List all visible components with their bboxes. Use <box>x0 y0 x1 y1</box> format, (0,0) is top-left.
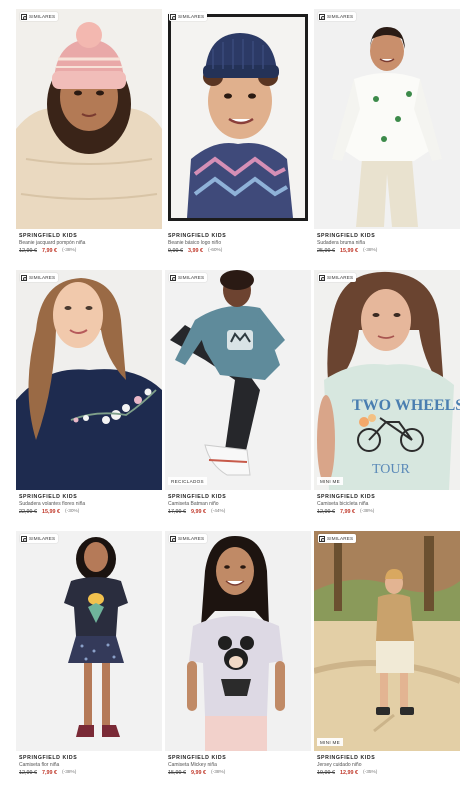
similar-products-button[interactable]: SIMILARES <box>20 534 59 543</box>
discount-badge: (-35%) <box>363 769 378 775</box>
similar-label: SIMILARES <box>178 536 205 541</box>
product-brand: SPRINGFIELD KIDS <box>168 233 227 239</box>
price-row: 22,99 € 15,99 € (-30%) <box>19 508 159 516</box>
price-row: 9,99 € 3,99 € (-60%) <box>168 247 308 255</box>
product-brand: SPRINGFIELD KIDS <box>19 755 78 761</box>
similar-search-icon <box>319 535 325 542</box>
similar-search-icon <box>21 535 27 542</box>
similar-search-icon <box>21 13 27 20</box>
similar-search-icon <box>21 274 27 281</box>
product-tag: MINI ME <box>317 738 343 746</box>
product-info: SPRINGFIELD KIDS Jersey cuidado niño 19,… <box>317 755 457 777</box>
original-price: 12,99 € <box>317 508 335 515</box>
product-info: SPRINGFIELD KIDS Sudadera volantes flore… <box>19 494 159 516</box>
similar-search-icon <box>319 274 325 281</box>
similar-label: SIMILARES <box>178 275 205 280</box>
product-brand: SPRINGFIELD KIDS <box>168 755 227 761</box>
sale-price: 7,99 € <box>42 769 57 776</box>
original-price: 12,99 € <box>19 247 37 254</box>
product-image[interactable]: SIMILARES <box>314 9 460 229</box>
similar-label: SIMILARES <box>178 14 205 19</box>
product-info: SPRINGFIELD KIDS Beanie básico logo niño… <box>168 233 308 255</box>
product-image[interactable]: SIMILARES <box>16 9 162 229</box>
product-image[interactable]: SIMILARES <box>165 531 311 751</box>
similar-products-button[interactable]: SIMILARES <box>169 534 208 543</box>
similar-search-icon <box>319 13 325 20</box>
discount-badge: (-60%) <box>208 247 223 253</box>
price-row: 19,99 € 12,99 € (-35%) <box>317 769 457 777</box>
product-info: SPRINGFIELD KIDS Camiseta flor niña 12,9… <box>19 755 159 777</box>
product-image[interactable]: SIMILARES <box>165 9 311 229</box>
similar-search-icon <box>170 274 176 281</box>
svg-text:TWO WHEELS: TWO WHEELS <box>352 397 460 414</box>
similar-products-button[interactable]: SIMILARES <box>318 273 357 282</box>
similar-products-button[interactable]: SIMILARES <box>318 534 357 543</box>
original-price: 17,99 € <box>168 508 186 515</box>
sale-price: 9,99 € <box>191 508 206 515</box>
sale-price: 7,99 € <box>340 508 355 515</box>
similar-label: SIMILARES <box>327 536 354 541</box>
price-row: 15,99 € 9,99 € (-38%) <box>168 769 308 777</box>
discount-badge: (-38%) <box>211 769 226 775</box>
price-row: 12,99 € 7,99 € (-38%) <box>317 508 457 516</box>
product-image[interactable]: TWO WHEELS TOUR SIMILARES MINI ME <box>314 270 460 490</box>
discount-badge: (-44%) <box>211 508 226 514</box>
similar-label: SIMILARES <box>29 14 56 19</box>
product-brand: SPRINGFIELD KIDS <box>317 755 376 761</box>
price-row: 12,99 € 7,99 € (-38%) <box>19 769 159 777</box>
sale-price: 15,99 € <box>340 247 358 254</box>
product-info: SPRINGFIELD KIDS Camiseta bicicleta niña… <box>317 494 457 516</box>
original-price: 9,99 € <box>168 247 183 254</box>
product-brand: SPRINGFIELD KIDS <box>168 494 227 500</box>
discount-badge: (-30%) <box>65 508 80 514</box>
product-info: SPRINGFIELD KIDS Sudadera bruma niña 25,… <box>317 233 457 255</box>
product-image[interactable]: SIMILARES <box>16 270 162 490</box>
original-price: 19,99 € <box>317 769 335 776</box>
similar-search-icon <box>170 535 176 542</box>
similar-products-button[interactable]: SIMILARES <box>20 12 59 21</box>
price-row: 25,99 € 15,99 € (-38%) <box>317 247 457 255</box>
sale-price: 15,99 € <box>42 508 60 515</box>
price-row: 17,99 € 9,99 € (-44%) <box>168 508 308 516</box>
product-image[interactable]: SIMILARES MINI ME <box>314 531 460 751</box>
sale-price: 12,99 € <box>340 769 358 776</box>
similar-search-icon <box>170 13 176 20</box>
discount-badge: (-38%) <box>363 247 378 253</box>
sale-price: 7,99 € <box>42 247 57 254</box>
product-image[interactable]: SIMILARES <box>16 531 162 751</box>
product-grid: SIMILARES SPRINGFIELD KIDS Beanie jacqua… <box>0 0 475 793</box>
original-price: 12,99 € <box>19 769 37 776</box>
product-brand: SPRINGFIELD KIDS <box>19 233 78 239</box>
discount-badge: (-38%) <box>360 508 375 514</box>
original-price: 25,99 € <box>317 247 335 254</box>
product-brand: SPRINGFIELD KIDS <box>317 233 376 239</box>
product-tag: MINI ME <box>317 477 343 485</box>
similar-label: SIMILARES <box>327 275 354 280</box>
price-row: 12,99 € 7,99 € (-38%) <box>19 247 159 255</box>
discount-badge: (-38%) <box>62 247 77 253</box>
sale-price: 3,99 € <box>188 247 203 254</box>
similar-products-button[interactable]: SIMILARES <box>169 12 208 21</box>
product-image[interactable]: SIMILARES RECICLADOS <box>165 270 311 490</box>
similar-products-button[interactable]: SIMILARES <box>318 12 357 21</box>
product-info: SPRINGFIELD KIDS Camiseta Batman niño 17… <box>168 494 308 516</box>
similar-label: SIMILARES <box>29 536 56 541</box>
original-price: 22,99 € <box>19 508 37 515</box>
product-brand: SPRINGFIELD KIDS <box>317 494 376 500</box>
similar-products-button[interactable]: SIMILARES <box>20 273 59 282</box>
original-price: 15,99 € <box>168 769 186 776</box>
sale-price: 9,99 € <box>191 769 206 776</box>
similar-label: SIMILARES <box>29 275 56 280</box>
svg-text:TOUR: TOUR <box>372 462 411 477</box>
similar-label: SIMILARES <box>327 14 354 19</box>
product-tag: RECICLADOS <box>168 477 207 485</box>
product-info: SPRINGFIELD KIDS Beanie jacquard pompón … <box>19 233 159 255</box>
product-info: SPRINGFIELD KIDS Camiseta Mickey niña 15… <box>168 755 308 777</box>
similar-products-button[interactable]: SIMILARES <box>169 273 208 282</box>
discount-badge: (-38%) <box>62 769 77 775</box>
product-brand: SPRINGFIELD KIDS <box>19 494 78 500</box>
